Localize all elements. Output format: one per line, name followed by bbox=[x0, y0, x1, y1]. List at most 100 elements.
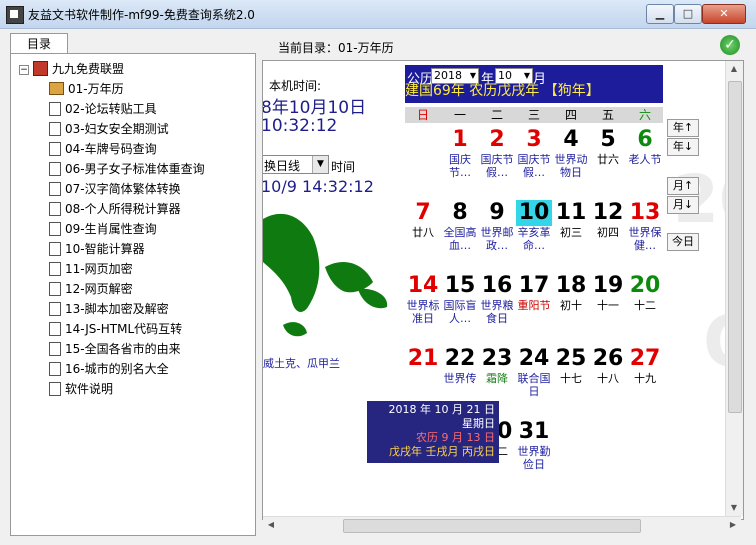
calendar-day[interactable]: 18 初十 bbox=[553, 273, 589, 312]
calendar-day[interactable]: 5 廿六 bbox=[590, 127, 626, 166]
document-icon bbox=[49, 261, 61, 276]
day-note: 世界粮食日 bbox=[480, 299, 514, 325]
tree-item[interactable]: 14-JS-HTML代码互转 bbox=[49, 320, 182, 338]
calendar-day[interactable]: 26 十八 bbox=[590, 346, 626, 385]
month-up-button[interactable]: 月↑ bbox=[667, 177, 699, 195]
today-button[interactable]: 今日 bbox=[667, 233, 699, 251]
calendar-day[interactable]: 7 廿八 bbox=[405, 200, 441, 239]
collapse-icon[interactable]: − bbox=[19, 64, 29, 75]
close-button[interactable]: ✕ bbox=[702, 4, 746, 24]
calendar-day[interactable]: 22 世界传 bbox=[442, 346, 478, 385]
tree-item-label: 14-JS-HTML代码互转 bbox=[65, 322, 183, 336]
calendar-day[interactable]: 6 老人节 bbox=[627, 127, 663, 166]
calendar-day[interactable]: 31 世界勤俭日 bbox=[516, 419, 552, 471]
tree-item[interactable]: 15-全国各省市的由来 bbox=[49, 340, 181, 358]
tree-item[interactable]: 12-网页解密 bbox=[49, 280, 133, 298]
year-down-button[interactable]: 年↓ bbox=[667, 138, 699, 156]
day-note: 初三 bbox=[560, 226, 582, 239]
day-tooltip: 2018 年 10 月 21 日 星期日 农历 9 月 13 日 戊戌年 壬戌月… bbox=[367, 401, 499, 463]
tree-item-label: 13-脚本加密及解密 bbox=[65, 302, 169, 316]
document-icon bbox=[49, 301, 61, 316]
vertical-scroll-thumb[interactable] bbox=[728, 81, 742, 413]
document-icon bbox=[49, 161, 61, 176]
day-note: 联合国日 bbox=[517, 372, 551, 398]
calendar-day[interactable]: 9 世界邮政… bbox=[479, 200, 515, 252]
tree-item[interactable]: 04-车牌号码查询 bbox=[49, 140, 157, 158]
tree-item[interactable]: 07-汉字简体繁体转换 bbox=[49, 180, 181, 198]
tree-root[interactable]: − 九九免费联盟 bbox=[19, 60, 124, 78]
tree-item[interactable]: 08-个人所得税计算器 bbox=[49, 200, 181, 218]
scroll-left-icon[interactable]: ◀ bbox=[263, 517, 279, 533]
tree-item[interactable]: 06-男子女子标准体重查询 bbox=[49, 160, 205, 178]
calendar-day[interactable]: 8 全国高血… bbox=[442, 200, 478, 252]
calendar-day[interactable]: 4 世界动物日 bbox=[553, 127, 589, 179]
refresh-icon[interactable]: ✓ bbox=[720, 35, 740, 55]
calendar-day[interactable]: 27 十九 bbox=[627, 346, 663, 385]
calendar-day[interactable]: 12 初四 bbox=[590, 200, 626, 239]
day-number: 7 bbox=[415, 200, 431, 225]
horizontal-scroll-thumb[interactable] bbox=[343, 519, 641, 533]
world-map[interactable] bbox=[263, 207, 397, 349]
zone-select[interactable]: 换日线 ▼ bbox=[263, 155, 329, 174]
tree-item[interactable]: 11-网页加密 bbox=[49, 260, 133, 278]
document-icon bbox=[49, 281, 61, 296]
day-note: 世界保健… bbox=[628, 226, 662, 252]
weekday-label: 二 bbox=[490, 108, 503, 122]
calendar-day[interactable]: 25 十七 bbox=[553, 346, 589, 385]
day-number: 15 bbox=[444, 273, 476, 298]
tree-root-label: 九九免费联盟 bbox=[52, 62, 125, 76]
tree-item[interactable]: 13-脚本加密及解密 bbox=[49, 300, 169, 318]
tree-item-label: 02-论坛转贴工具 bbox=[65, 102, 157, 116]
scroll-right-icon[interactable]: ▶ bbox=[725, 517, 741, 533]
calendar-day[interactable]: 17 重阳节 bbox=[516, 273, 552, 312]
day-note: 重阳节 bbox=[517, 299, 551, 312]
maximize-button[interactable]: □ bbox=[674, 4, 702, 24]
calendar-day[interactable]: 21 bbox=[405, 346, 441, 372]
window-title: 友益文书软件制作-mf99-免费查询系统2.0 bbox=[28, 8, 255, 22]
document-icon bbox=[49, 321, 61, 336]
calendar-day[interactable]: 20 十二 bbox=[627, 273, 663, 312]
document-icon bbox=[49, 181, 61, 196]
day-number: 22 bbox=[444, 346, 476, 371]
calendar-day[interactable]: 11 初三 bbox=[553, 200, 589, 239]
local-time: 10:32:12 bbox=[262, 116, 338, 136]
day-number: 26 bbox=[592, 346, 624, 371]
directory-tree[interactable]: − 九九免费联盟 01-万年历 02-论坛转贴工具 03-妇女安全期测试 04-车牌号码… bbox=[10, 53, 256, 536]
scroll-up-icon[interactable]: ▲ bbox=[726, 61, 742, 77]
tree-item-label: 软件说明 bbox=[65, 382, 114, 396]
calendar-day[interactable]: 14 世界标准日 bbox=[405, 273, 441, 325]
tree-item[interactable]: 03-妇女安全期测试 bbox=[49, 120, 169, 138]
dropdown-arrow-icon[interactable]: ▼ bbox=[312, 156, 328, 173]
calendar-day[interactable]: 2 国庆节假… bbox=[479, 127, 515, 179]
tree-item[interactable]: 10-智能计算器 bbox=[49, 240, 145, 258]
calendar-day[interactable]: 24 联合国日 bbox=[516, 346, 552, 398]
calendar-day[interactable]: 1 国庆节… bbox=[442, 127, 478, 179]
document-icon bbox=[49, 141, 61, 156]
calendar-day[interactable]: 3 国庆节假… bbox=[516, 127, 552, 179]
calendar-day[interactable]: 10 辛亥革命… bbox=[516, 200, 552, 252]
tree-item-label: 16-城市的别名大全 bbox=[65, 362, 169, 376]
horizontal-scrollbar[interactable]: ◀ ▶ bbox=[263, 516, 741, 534]
scroll-down-icon[interactable]: ▼ bbox=[726, 500, 742, 516]
calendar-day[interactable]: 15 国际盲人… bbox=[442, 273, 478, 325]
tree-item[interactable]: 01-万年历 bbox=[49, 80, 124, 98]
map-caption: 威土克、瓜甲兰 bbox=[263, 357, 340, 370]
day-note: 世界标准日 bbox=[406, 299, 440, 325]
month-down-button[interactable]: 月↓ bbox=[667, 196, 699, 214]
calendar-day[interactable]: 19 十一 bbox=[590, 273, 626, 312]
tree-item[interactable]: 16-城市的别名大全 bbox=[49, 360, 169, 378]
document-icon bbox=[49, 221, 61, 236]
day-note: 廿六 bbox=[597, 153, 619, 166]
tree-item[interactable]: 09-生肖属性查询 bbox=[49, 220, 157, 238]
tree-item[interactable]: 软件说明 bbox=[49, 380, 113, 398]
calendar-day[interactable]: 23 霜降 bbox=[479, 346, 515, 385]
tab-directory[interactable]: 目录 bbox=[10, 33, 68, 54]
tree-item-label: 08-个人所得税计算器 bbox=[65, 202, 181, 216]
day-note: 国际盲人… bbox=[443, 299, 477, 325]
tree-item[interactable]: 02-论坛转贴工具 bbox=[49, 100, 157, 118]
calendar-day[interactable]: 16 世界粮食日 bbox=[479, 273, 515, 325]
calendar-day[interactable]: 13 世界保健… bbox=[627, 200, 663, 252]
vertical-scrollbar[interactable]: ▲ ▼ bbox=[725, 61, 743, 516]
year-up-button[interactable]: 年↑ bbox=[667, 119, 699, 137]
minimize-button[interactable]: ▁ bbox=[646, 4, 674, 24]
